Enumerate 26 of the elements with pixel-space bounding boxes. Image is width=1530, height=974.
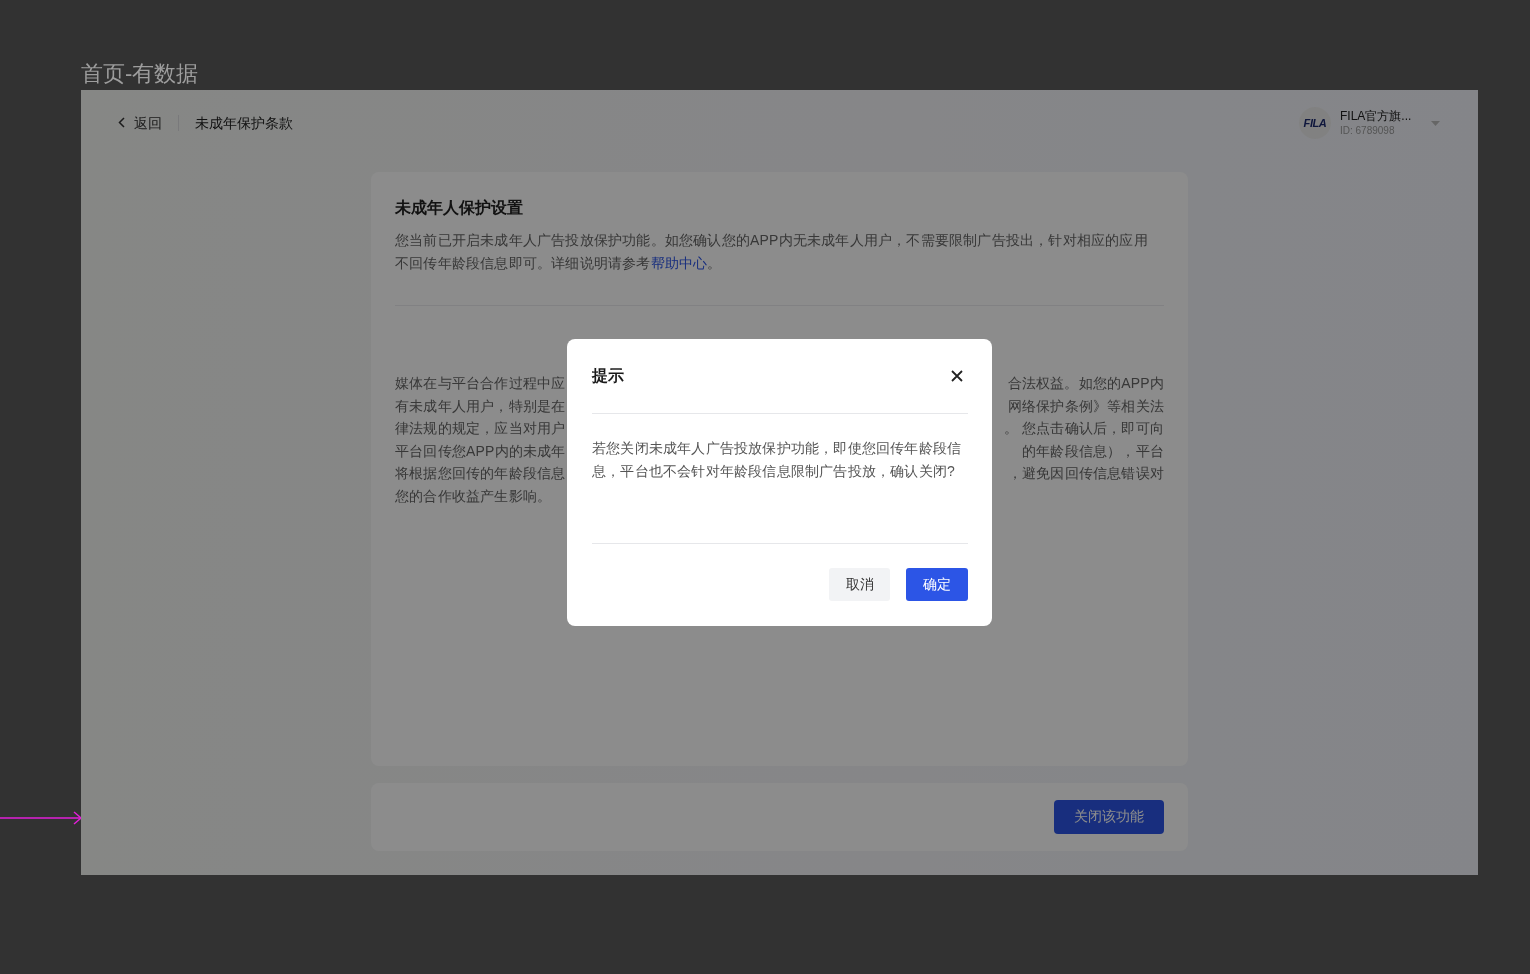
body-text: 律法规的规定，应当对用户 (395, 419, 566, 438)
help-link[interactable]: 帮助中心 (650, 254, 708, 271)
body-text: 您的合作收益产生影响。 (395, 486, 552, 506)
body-text: 合法权益。如您的APP内 (1007, 374, 1164, 393)
frame-title: 首页-有数据 (81, 60, 199, 88)
body-text: 的年龄段信息），平台 (1022, 441, 1164, 461)
back-button[interactable]: 返回 (118, 112, 162, 133)
dialog-title: 提示 (592, 366, 624, 386)
body-text: 有未成年人用户，特别是在 (395, 396, 566, 416)
body-text: 网络保护条例》等相关法 (1007, 396, 1164, 416)
body-text: 平台回传您APP内的未成年 (395, 441, 566, 461)
account-name: FILA官方旗... (1340, 107, 1413, 124)
body-text: ，避免因回传信息错误对 (1007, 464, 1164, 483)
chevron-left-icon (118, 117, 125, 128)
dialog-message: 若您关闭未成年人广告投放保护功能，即使您回传年龄段信息，平台也不会针对年龄段信息限制广告投放，确认关闭? (592, 439, 963, 481)
brand-logo: FILA (1299, 106, 1331, 139)
body-text: 。 您点击确认后，即可向 (1003, 419, 1164, 438)
section-description: 您当前已开启未成年人广告投放保护功能。如您确认您的APP内无未成年人用户，不需要限制广告投出，针对相应的应用不回传年龄段信息即可。详细说明请参考帮助中心。 (395, 231, 1149, 273)
page-title: 未成年保护条款 (195, 113, 293, 133)
close-feature-button[interactable]: 关闭该功能 (1054, 800, 1164, 834)
body-text: 媒体在与平台合作过程中应 (395, 374, 566, 393)
section-title: 未成年人保护设置 (395, 198, 523, 218)
close-icon[interactable] (951, 370, 963, 382)
confirm-button[interactable]: 确定 (906, 568, 968, 601)
body-text: 将根据您回传的年龄段信息 (395, 464, 566, 483)
cancel-button[interactable]: 取消 (829, 568, 890, 601)
